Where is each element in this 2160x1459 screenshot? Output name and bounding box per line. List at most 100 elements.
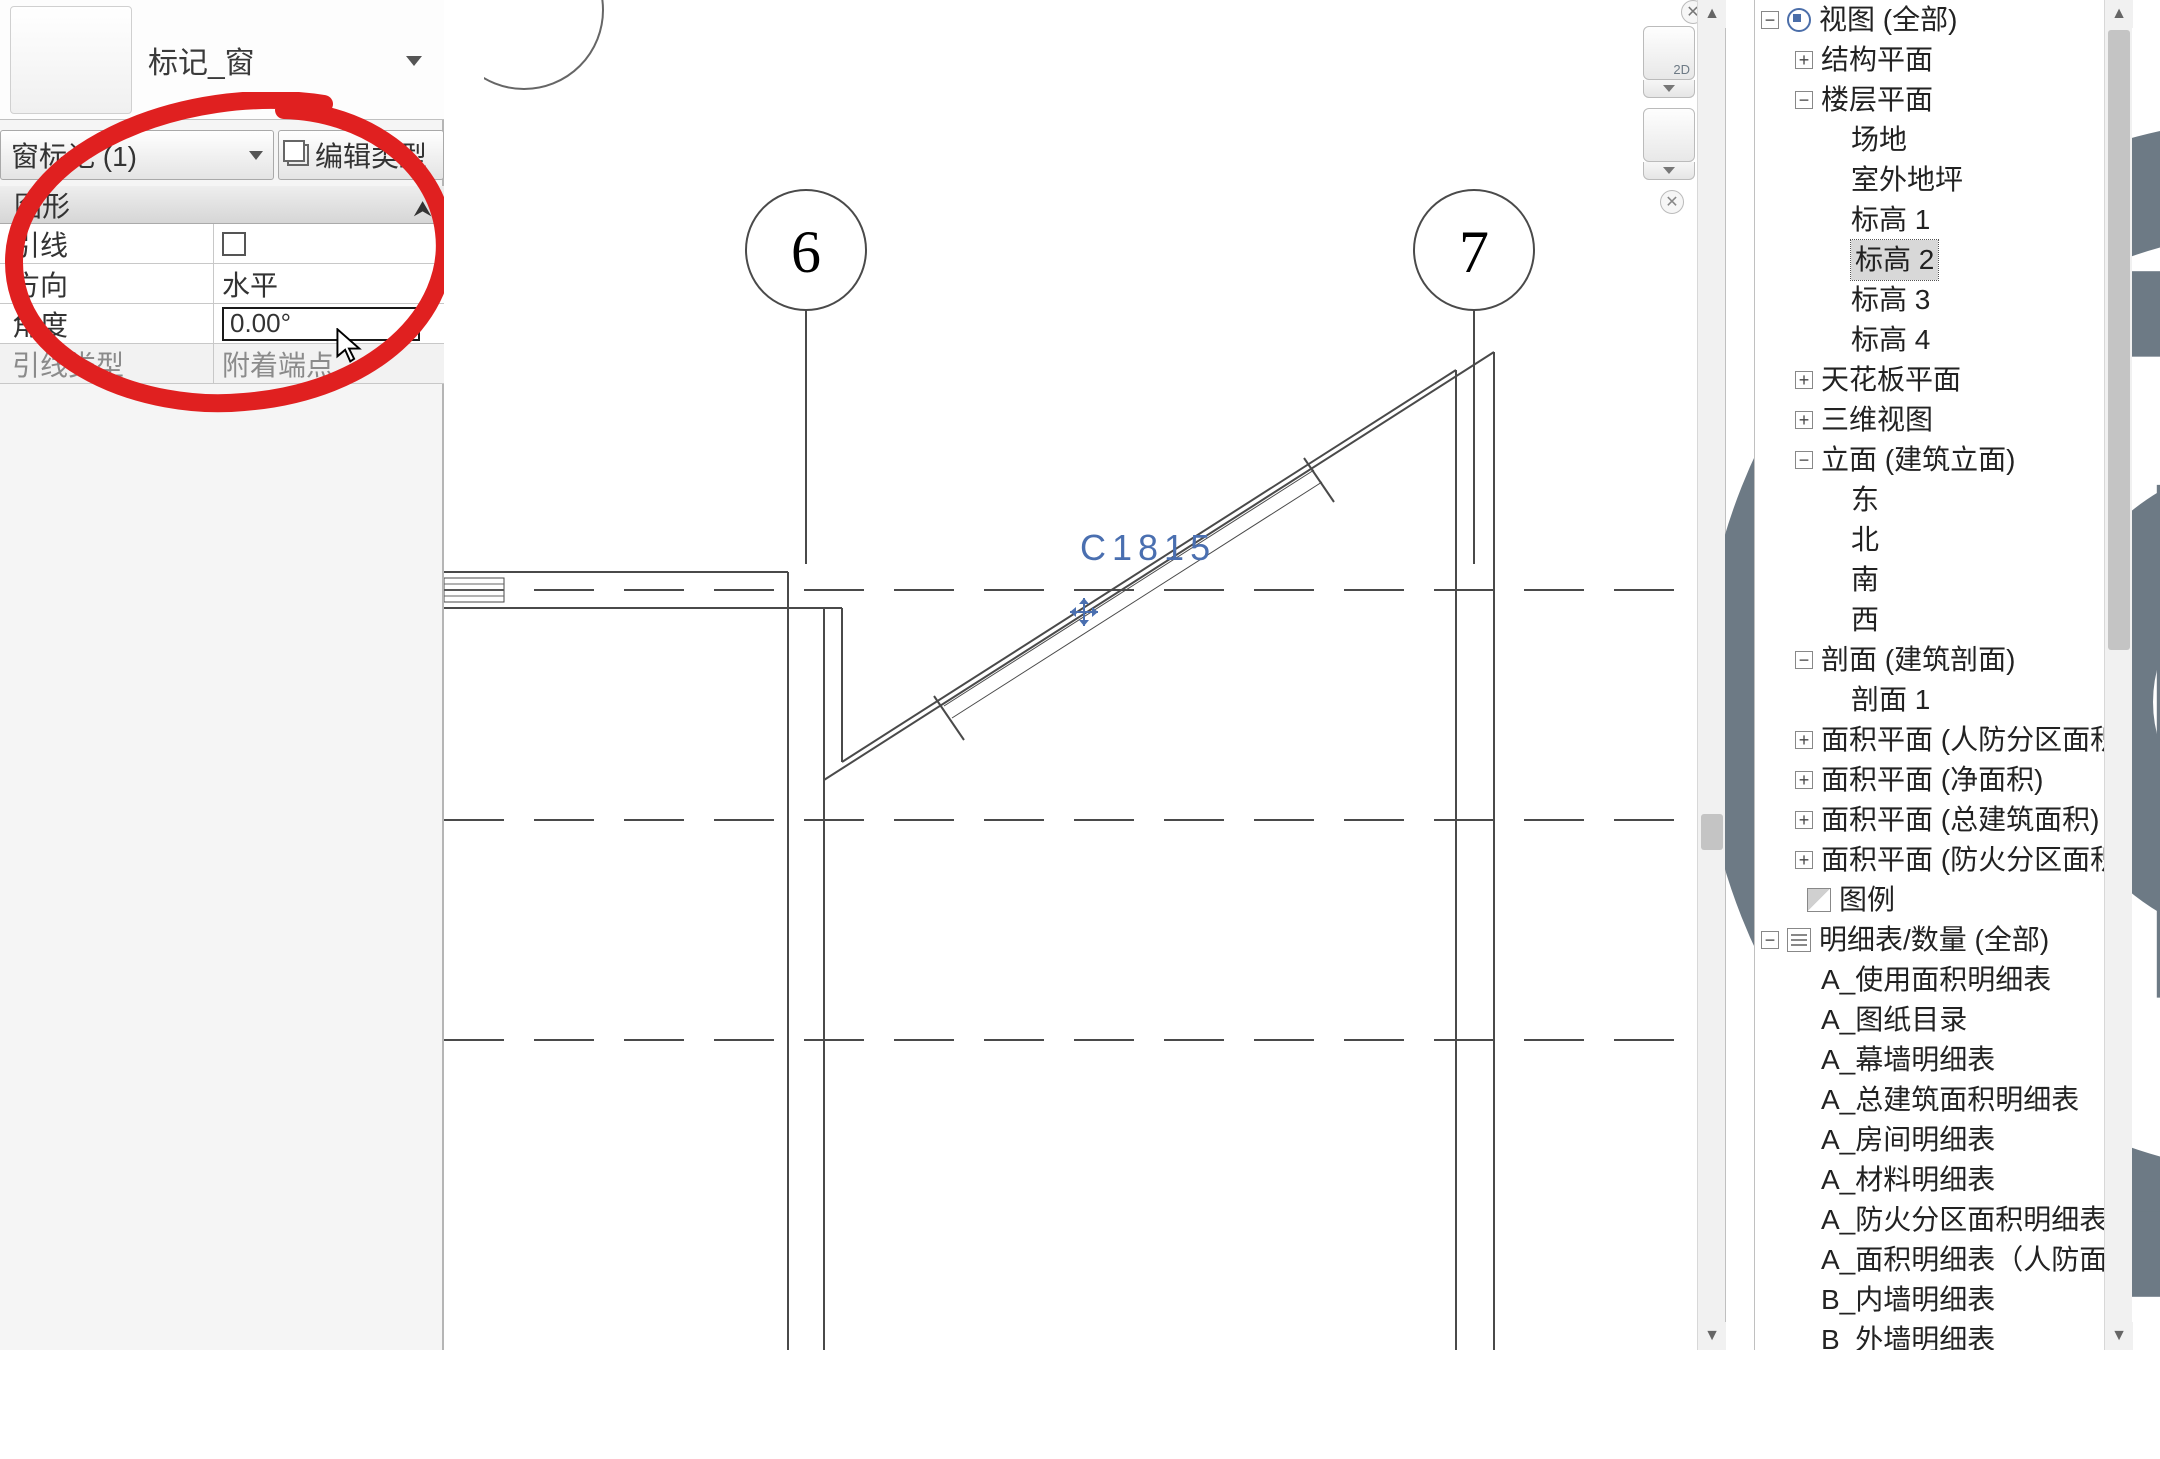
tree-node-legends[interactable]: 图例 [1755, 880, 2104, 920]
view-tools: ✕ 2D ✕ [1643, 0, 1701, 214]
expand-icon[interactable]: + [1795, 51, 1813, 69]
tree-item[interactable]: 剖面 1 [1755, 680, 2104, 720]
tree-item[interactable]: B_外墙明细表 [1755, 1320, 2104, 1350]
tree-item[interactable]: 场地 [1755, 120, 2104, 160]
prop-value-orientation[interactable]: 水平 [214, 264, 444, 303]
tree-label: 标高 2 [1851, 240, 1938, 280]
window-tag-label: C1815 [1080, 527, 1216, 568]
tree-node-sections[interactable]: − 剖面 (建筑剖面) [1755, 640, 2104, 680]
tree-label: 剖面 (建筑剖面) [1821, 640, 2015, 680]
tree-label: 室外地坪 [1851, 160, 1963, 200]
tree-node-views-root[interactable]: − 视图 (全部) [1755, 0, 2104, 40]
collapse-icon: ⮝ [413, 196, 432, 222]
scroll-down-icon[interactable]: ▼ [1698, 1322, 1726, 1350]
tree-label: 场地 [1851, 120, 1907, 160]
tree-label: A_房间明细表 [1821, 1120, 1995, 1160]
prop-value-leader[interactable] [214, 224, 444, 263]
tree-item[interactable]: 室外地坪 [1755, 160, 2104, 200]
tree-item[interactable]: 标高 3 [1755, 280, 2104, 320]
tree-item[interactable]: A_使用面积明细表 [1755, 960, 2104, 1000]
tree-node-area-plans-2[interactable]: + 面积平面 (净面积) [1755, 760, 2104, 800]
tree-node-schedules[interactable]: − 明细表/数量 (全部) [1755, 920, 2104, 960]
view-tool-2d-label: 2D [1673, 62, 1690, 77]
project-browser: − 视图 (全部) + 结构平面 − 楼层平面 场地 室外地坪 标高 1 标高 … [1754, 0, 2132, 1350]
tree-item[interactable]: 南 [1755, 560, 2104, 600]
tree-item-active[interactable]: 标高 2 [1755, 240, 2104, 280]
tree-item[interactable]: 东 [1755, 480, 2104, 520]
prop-label: 方向 [0, 264, 214, 303]
collapse-icon[interactable]: − [1795, 651, 1813, 669]
tree-item[interactable]: 北 [1755, 520, 2104, 560]
prop-row-leader: 引线 [0, 224, 444, 264]
tree-label: 三维视图 [1821, 400, 1933, 440]
checkbox-icon[interactable] [222, 232, 246, 256]
drawing-canvas[interactable]: 6 7 [444, 0, 1726, 1350]
tree-item[interactable]: A_防火分区面积明细表 [1755, 1200, 2104, 1240]
tree-node-ceiling-plans[interactable]: + 天花板平面 [1755, 360, 2104, 400]
collapse-icon[interactable]: − [1761, 11, 1779, 29]
canvas-vertical-scrollbar[interactable]: ▲ ▼ [1697, 0, 1725, 1350]
tree-item[interactable]: A_幕墙明细表 [1755, 1040, 2104, 1080]
collapse-icon[interactable]: − [1761, 931, 1779, 949]
expand-icon[interactable]: + [1795, 371, 1813, 389]
tree-node-area-plans-1[interactable]: + 面积平面 (人防分区面积) [1755, 720, 2104, 760]
tree-label: 西 [1851, 600, 1879, 640]
tree-node-structural-plans[interactable]: + 结构平面 [1755, 40, 2104, 80]
tree-label: 标高 3 [1851, 280, 1930, 320]
graphics-group-header[interactable]: 图形 ⮝ [0, 186, 444, 224]
expand-icon[interactable]: + [1795, 851, 1813, 869]
scroll-up-icon[interactable]: ▲ [2105, 0, 2133, 28]
collapse-icon[interactable]: − [1795, 451, 1813, 469]
tree-item[interactable]: A_房间明细表 [1755, 1120, 2104, 1160]
tree-item[interactable]: A_总建筑面积明细表 [1755, 1080, 2104, 1120]
expand-icon[interactable]: + [1795, 731, 1813, 749]
tree-label: 视图 (全部) [1819, 0, 1957, 40]
angle-input[interactable]: 0.00° [222, 307, 420, 341]
scroll-down-icon[interactable]: ▼ [2105, 1322, 2133, 1350]
tree-node-area-plans-4[interactable]: + 面积平面 (防火分区面积) [1755, 840, 2104, 880]
tree-node-elevations[interactable]: − 立面 (建筑立面) [1755, 440, 2104, 480]
tree-label: A_防火分区面积明细表 [1821, 1200, 2104, 1240]
tree-item[interactable]: B_内墙明细表 [1755, 1280, 2104, 1320]
chevron-down-icon [249, 151, 263, 160]
chevron-down-icon [406, 56, 422, 66]
expand-icon[interactable]: + [1795, 771, 1813, 789]
tree-item[interactable]: 西 [1755, 600, 2104, 640]
tree-label: A_总建筑面积明细表 [1821, 1080, 2079, 1120]
pan-button[interactable] [1643, 108, 1695, 162]
browser-vertical-scrollbar[interactable]: ▲ ▼ [2104, 0, 2132, 1350]
expand-icon[interactable]: + [1795, 811, 1813, 829]
tree-item[interactable]: A_材料明细表 [1755, 1160, 2104, 1200]
tree-node-floor-plans[interactable]: − 楼层平面 [1755, 80, 2104, 120]
prop-row-leader-type: 引线类型 附着端点 [0, 344, 444, 384]
tree-item[interactable]: 标高 4 [1755, 320, 2104, 360]
prop-label: 引线类型 [0, 344, 214, 383]
tree-label: 北 [1851, 520, 1879, 560]
tree-label: 面积平面 (净面积) [1821, 760, 2043, 800]
type-selector-label: 标记_窗 [148, 38, 255, 82]
tree-label: 面积平面 (防火分区面积) [1821, 840, 2104, 880]
prop-label: 引线 [0, 224, 214, 263]
tree-item[interactable]: 标高 1 [1755, 200, 2104, 240]
scrollbar-thumb[interactable] [2108, 30, 2130, 650]
scrollbar-thumb[interactable] [1701, 814, 1723, 850]
tree-item[interactable]: A_图纸目录 [1755, 1000, 2104, 1040]
edit-type-button[interactable]: 编辑类型 [278, 130, 444, 180]
collapse-icon[interactable]: − [1795, 91, 1813, 109]
properties-grid: 引线 方向 水平 角度 0.00° 引线类型 附着端点 [0, 224, 444, 384]
svg-text:6: 6 [791, 219, 821, 285]
prop-value-angle[interactable]: 0.00° [214, 304, 444, 343]
type-selector-dropdown[interactable]: 标记_窗 [148, 38, 430, 82]
edit-type-icon [287, 144, 309, 166]
instance-filter-button[interactable]: 窗标记 (1) [0, 130, 274, 180]
tree-node-3d-views[interactable]: + 三维视图 [1755, 400, 2104, 440]
expand-icon[interactable]: + [1795, 411, 1813, 429]
scroll-up-icon[interactable]: ▲ [1698, 0, 1726, 28]
steering-wheel-button[interactable]: 2D [1643, 26, 1695, 80]
tree-label: 结构平面 [1821, 40, 1933, 80]
project-tree[interactable]: − 视图 (全部) + 结构平面 − 楼层平面 场地 室外地坪 标高 1 标高 … [1755, 0, 2104, 1350]
tree-item[interactable]: A_面积明细表（人防面积） [1755, 1240, 2104, 1280]
tree-label: A_材料明细表 [1821, 1160, 1995, 1200]
tree-node-area-plans-3[interactable]: + 面积平面 (总建筑面积) [1755, 800, 2104, 840]
tree-label: 面积平面 (总建筑面积) [1821, 800, 2099, 840]
